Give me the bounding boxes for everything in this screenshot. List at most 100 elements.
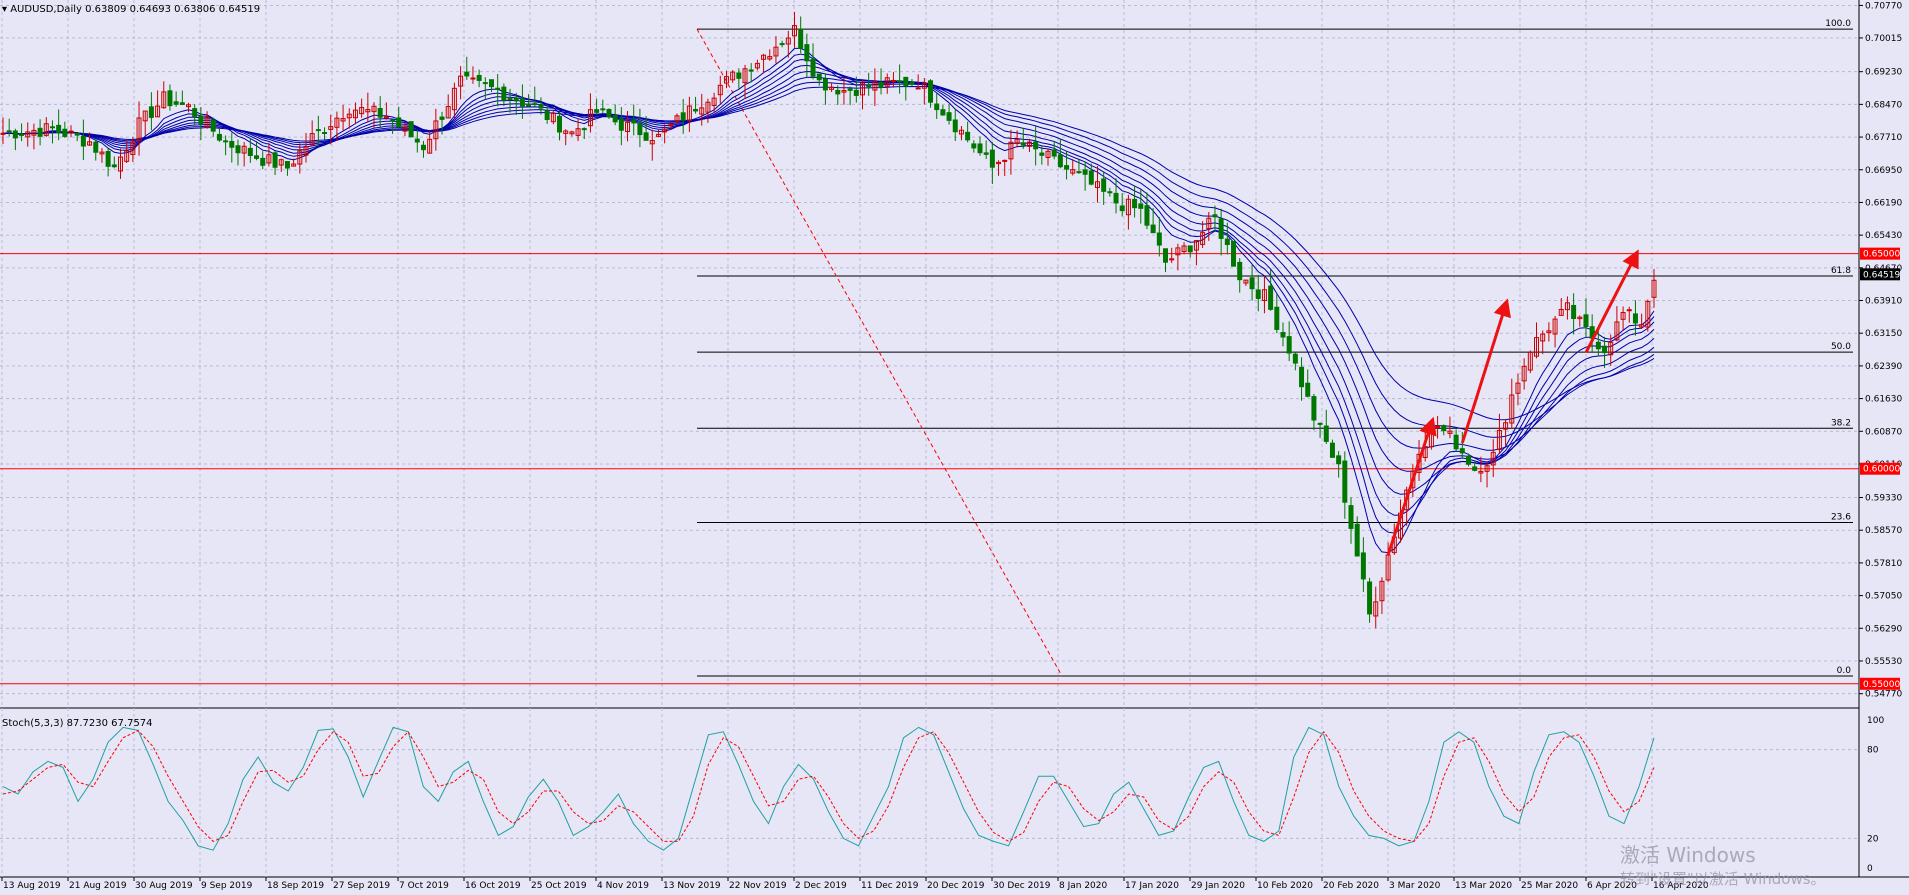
candle-body bbox=[49, 126, 55, 129]
candle-body bbox=[37, 127, 43, 137]
fib-level-label: 23.6 bbox=[1831, 512, 1851, 522]
candle-body bbox=[1571, 304, 1577, 319]
candle-body bbox=[322, 132, 328, 135]
candle-body bbox=[173, 101, 179, 105]
candle-body bbox=[606, 108, 612, 118]
level-price-label: 0.60000 bbox=[1863, 465, 1900, 475]
price-tick-label: 0.67710 bbox=[1865, 133, 1902, 143]
candle-body bbox=[1286, 336, 1292, 354]
price-tick-label: 0.66190 bbox=[1865, 198, 1902, 208]
candle-body bbox=[1602, 345, 1608, 354]
chart-canvas[interactable]: 100.0 61.8 50.0 38.2 23.6 0.0 0.70770 0.70015 0… bbox=[0, 0, 1909, 891]
candle-body bbox=[1113, 192, 1119, 204]
candle-body bbox=[1163, 248, 1169, 263]
candle-body bbox=[1212, 214, 1218, 218]
candle-body bbox=[476, 74, 482, 81]
candle-body bbox=[1224, 238, 1230, 246]
candle-body bbox=[1305, 382, 1311, 397]
candle-body bbox=[612, 115, 618, 123]
candle-body bbox=[1249, 277, 1255, 290]
time-tick-label: 13 Mar 2020 bbox=[1455, 881, 1512, 891]
time-tick-label: 3 Mar 2020 bbox=[1389, 881, 1441, 891]
candle-body bbox=[1101, 178, 1107, 192]
candle-body bbox=[198, 115, 204, 125]
time-tick-label: 13 Aug 2019 bbox=[3, 881, 61, 891]
time-tick-label: 7 Oct 2019 bbox=[399, 881, 449, 891]
time-tick-label: 9 Sep 2019 bbox=[201, 881, 253, 891]
price-tick-label: 0.66950 bbox=[1865, 166, 1902, 176]
candle-body bbox=[890, 79, 896, 82]
price-tick-label: 0.55530 bbox=[1865, 657, 1902, 667]
collapse-arrow-icon[interactable]: ▾ bbox=[2, 4, 10, 15]
candle-body bbox=[210, 119, 216, 132]
candle-body bbox=[594, 109, 600, 113]
candle-body bbox=[148, 106, 154, 118]
candle-body bbox=[272, 152, 278, 168]
candle-body bbox=[1329, 442, 1335, 458]
chart-background bbox=[0, 0, 1909, 891]
candle-body bbox=[247, 147, 253, 156]
candle-body bbox=[1057, 154, 1063, 168]
candle-body bbox=[816, 73, 822, 81]
candle-body bbox=[909, 81, 915, 85]
price-tick-label: 0.65430 bbox=[1865, 231, 1902, 241]
time-tick-label: 29 Jan 2020 bbox=[1191, 881, 1245, 891]
fib-level-label: 50.0 bbox=[1831, 342, 1851, 352]
candle-body bbox=[1150, 224, 1156, 234]
stoch-level-label: 100 bbox=[1867, 716, 1884, 726]
candle-body bbox=[464, 71, 470, 77]
candle-body bbox=[519, 98, 525, 107]
candle-body bbox=[1255, 289, 1261, 299]
candle-body bbox=[1348, 505, 1354, 529]
current-price-label: 0.64519 bbox=[1863, 270, 1900, 280]
fib-level-label: 38.2 bbox=[1831, 418, 1851, 428]
time-tick-label: 30 Aug 2019 bbox=[135, 881, 193, 891]
candle-body bbox=[779, 43, 785, 46]
price-tick-label: 0.60870 bbox=[1865, 427, 1902, 437]
stoch-level-label: 80 bbox=[1867, 746, 1879, 756]
candle-body bbox=[946, 112, 952, 121]
time-tick-label: 30 Dec 2019 bbox=[993, 881, 1051, 891]
candle-body bbox=[1051, 149, 1057, 157]
candle-body bbox=[1435, 425, 1441, 428]
fib-level-label: 0.0 bbox=[1837, 666, 1852, 676]
price-tick-label: 0.70015 bbox=[1865, 34, 1902, 44]
level-price-label: 0.65000 bbox=[1863, 250, 1900, 260]
candle-body bbox=[420, 144, 426, 151]
candle-body bbox=[810, 58, 816, 77]
candle-body bbox=[1632, 313, 1638, 324]
candle-body bbox=[965, 131, 971, 141]
candle-body bbox=[643, 132, 649, 141]
candle-body bbox=[680, 112, 686, 121]
chart-window[interactable]: 100.0 61.8 50.0 38.2 23.6 0.0 0.70770 0.70015 0… bbox=[0, 0, 1909, 891]
candle-body bbox=[1144, 205, 1150, 226]
candle-body bbox=[260, 157, 266, 166]
candle-body bbox=[544, 110, 550, 120]
time-tick-label: 25 Oct 2019 bbox=[531, 881, 587, 891]
candle-body bbox=[557, 115, 563, 133]
candle-body bbox=[600, 108, 606, 111]
candle-body bbox=[315, 129, 321, 132]
time-tick-label: 10 Feb 2020 bbox=[1257, 881, 1313, 891]
candle-body bbox=[693, 108, 699, 112]
candle-body bbox=[254, 155, 260, 159]
price-tick-label: 0.63150 bbox=[1865, 329, 1902, 339]
candle-body bbox=[1311, 396, 1317, 421]
candle-body bbox=[439, 116, 445, 120]
candle-body bbox=[414, 138, 420, 143]
time-tick-label: 13 Nov 2019 bbox=[663, 881, 721, 891]
candle-body bbox=[1002, 159, 1008, 162]
candle-body bbox=[1336, 455, 1342, 465]
candle-body bbox=[1132, 198, 1138, 209]
candle-body bbox=[396, 117, 402, 128]
candle-body bbox=[1626, 309, 1632, 312]
candle-body bbox=[223, 140, 229, 143]
time-tick-label: 11 Dec 2019 bbox=[861, 881, 919, 891]
candle-body bbox=[482, 82, 488, 85]
candle-body bbox=[1020, 142, 1026, 146]
candle-body bbox=[989, 149, 995, 168]
candle-body bbox=[80, 135, 86, 147]
candle-body bbox=[470, 77, 476, 80]
candle-body bbox=[983, 152, 989, 155]
candle-body bbox=[56, 124, 62, 133]
